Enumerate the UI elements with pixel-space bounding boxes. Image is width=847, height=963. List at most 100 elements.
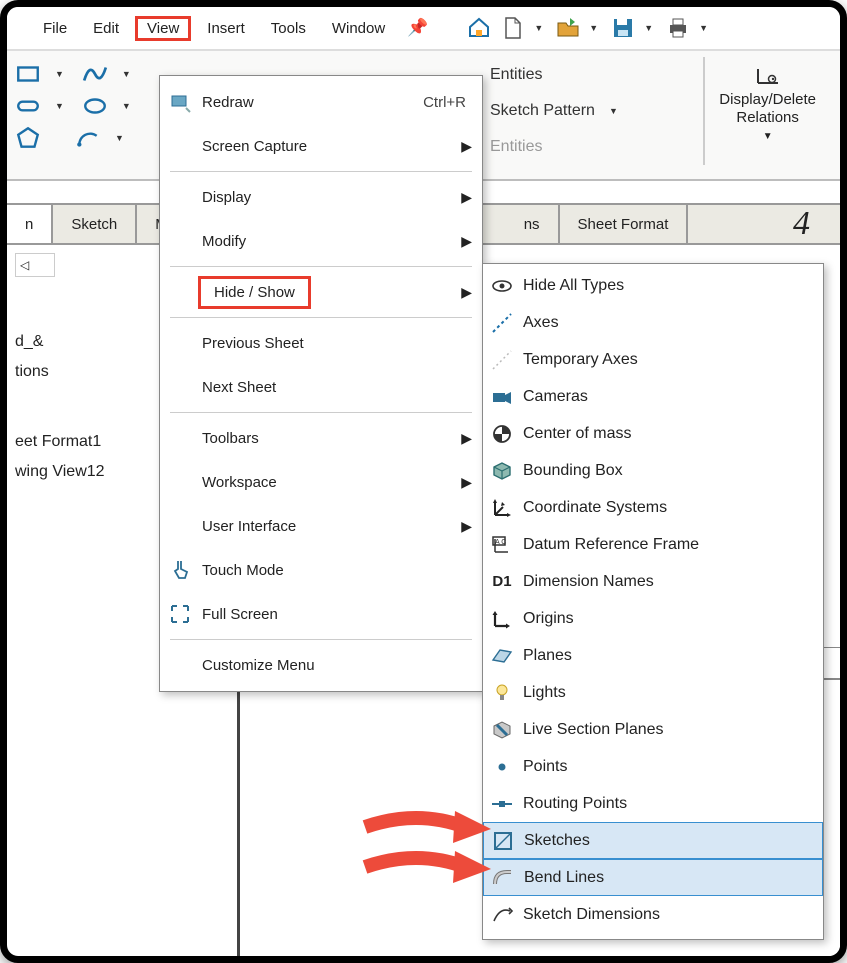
submenu-origins[interactable]: Origins bbox=[483, 600, 823, 637]
menu-workspace[interactable]: Workspace▶ bbox=[160, 460, 482, 504]
arc-icon[interactable] bbox=[75, 125, 101, 151]
submenu-live-section-planes[interactable]: Live Section Planes bbox=[483, 711, 823, 748]
menu-screen-capture[interactable]: Screen Capture ▶ bbox=[160, 124, 482, 168]
submenu-coordinate-systems[interactable]: Coordinate Systems bbox=[483, 489, 823, 526]
menu-toolbars[interactable]: Toolbars▶ bbox=[160, 416, 482, 460]
submenu-planes[interactable]: Planes bbox=[483, 637, 823, 674]
new-doc-icon[interactable] bbox=[498, 13, 528, 43]
live-section-label: Live Section Planes bbox=[523, 721, 813, 739]
rectangle-icon[interactable] bbox=[15, 61, 41, 87]
submenu-lights[interactable]: Lights bbox=[483, 674, 823, 711]
ellipse-icon[interactable] bbox=[82, 93, 108, 119]
hide-show-label: Hide / Show bbox=[214, 284, 295, 301]
submenu-bend-lines[interactable]: Bend Lines bbox=[483, 859, 823, 896]
axes-icon bbox=[487, 310, 517, 336]
planes-label: Planes bbox=[523, 647, 813, 665]
slot-icon[interactable] bbox=[15, 93, 41, 119]
entities-label[interactable]: Entities bbox=[490, 57, 703, 93]
display-delete-relations-button[interactable]: Display/Delete Relations ▼ bbox=[703, 57, 830, 165]
open-icon[interactable] bbox=[553, 13, 583, 43]
tab-sketch[interactable]: Sketch bbox=[53, 205, 137, 243]
menu-view[interactable]: View bbox=[135, 16, 191, 41]
previous-sheet-label: Previous Sheet bbox=[202, 335, 472, 352]
screen-capture-label: Screen Capture bbox=[202, 138, 461, 155]
menu-edit[interactable]: Edit bbox=[83, 16, 129, 41]
menu-customize[interactable]: Customize Menu bbox=[160, 643, 482, 687]
open-dropdown[interactable]: ▼ bbox=[589, 23, 598, 33]
sketch-pattern-button[interactable]: Sketch Pattern ▼ bbox=[490, 93, 703, 129]
arc-dd[interactable]: ▼ bbox=[115, 133, 124, 143]
panel-toggle[interactable]: ◁ bbox=[15, 253, 55, 277]
origins-icon bbox=[487, 606, 517, 632]
menu-modify[interactable]: Modify▶ bbox=[160, 219, 482, 263]
view-dropdown-menu: Redraw Ctrl+R Screen Capture ▶ Display▶ … bbox=[159, 75, 483, 692]
submenu-bounding-box[interactable]: Bounding Box bbox=[483, 452, 823, 489]
redraw-label: Redraw bbox=[202, 94, 423, 111]
polygon-icon[interactable] bbox=[15, 125, 41, 151]
camera-icon bbox=[487, 384, 517, 410]
ribbon-sketch-tools: ▼ ▼ ▼ ▼ ▼ bbox=[7, 51, 159, 179]
menu-touch-mode[interactable]: Touch Mode bbox=[160, 548, 482, 592]
tree-item-tions[interactable]: tions bbox=[15, 357, 151, 387]
print-dropdown[interactable]: ▼ bbox=[699, 23, 708, 33]
save-icon[interactable] bbox=[608, 13, 638, 43]
tab-partial-n[interactable]: n bbox=[7, 205, 53, 243]
print-icon[interactable] bbox=[663, 13, 693, 43]
submenu-cameras[interactable]: Cameras bbox=[483, 378, 823, 415]
menu-file[interactable]: File bbox=[33, 16, 77, 41]
relations-text: Relations bbox=[719, 109, 816, 127]
submenu-points[interactable]: Points bbox=[483, 748, 823, 785]
submenu-routing-points[interactable]: Routing Points bbox=[483, 785, 823, 822]
origins-label: Origins bbox=[523, 610, 813, 628]
spline-icon[interactable] bbox=[82, 61, 108, 87]
routing-label: Routing Points bbox=[523, 795, 813, 813]
coordinate-system-icon bbox=[487, 495, 517, 521]
menu-display[interactable]: Display▶ bbox=[160, 175, 482, 219]
submenu-sketch-dimensions[interactable]: Sketch Dimensions bbox=[483, 896, 823, 933]
menu-previous-sheet[interactable]: Previous Sheet bbox=[160, 321, 482, 365]
next-sheet-label: Next Sheet bbox=[202, 379, 472, 396]
full-screen-icon bbox=[164, 598, 196, 630]
user-interface-label: User Interface bbox=[202, 518, 461, 535]
home-icon[interactable] bbox=[464, 13, 494, 43]
eye-icon bbox=[487, 273, 517, 299]
menu-hide-show[interactable]: Hide / Show ▶ bbox=[160, 270, 482, 314]
submenu-hide-all-types[interactable]: Hide All Types bbox=[483, 267, 823, 304]
planes-icon bbox=[487, 643, 517, 669]
tab-partial-ns[interactable]: ns bbox=[506, 205, 560, 243]
submenu-center-of-mass[interactable]: Center of mass bbox=[483, 415, 823, 452]
menu-full-screen[interactable]: Full Screen bbox=[160, 592, 482, 636]
ellipse-dd[interactable]: ▼ bbox=[122, 101, 131, 111]
tab-sheet-format[interactable]: Sheet Format bbox=[560, 205, 689, 243]
pin-icon[interactable]: 📌 bbox=[407, 18, 428, 38]
save-dropdown[interactable]: ▼ bbox=[644, 23, 653, 33]
entities-disabled: Entities bbox=[490, 129, 703, 165]
menu-tools[interactable]: Tools bbox=[261, 16, 316, 41]
menu-next-sheet[interactable]: Next Sheet bbox=[160, 365, 482, 409]
sketch-pattern-label: Sketch Pattern bbox=[490, 102, 595, 120]
menu-insert[interactable]: Insert bbox=[197, 16, 255, 41]
customize-label: Customize Menu bbox=[202, 657, 472, 674]
slot-dd[interactable]: ▼ bbox=[55, 101, 64, 111]
menu-window[interactable]: Window bbox=[322, 16, 395, 41]
submenu-axes[interactable]: Axes bbox=[483, 304, 823, 341]
sketch-dims-label: Sketch Dimensions bbox=[523, 906, 813, 924]
points-icon bbox=[487, 754, 517, 780]
tree-item-drawing-view12[interactable]: wing View12 bbox=[15, 457, 151, 487]
touch-mode-label: Touch Mode bbox=[202, 562, 472, 579]
toolbars-label: Toolbars bbox=[202, 430, 461, 447]
submenu-temporary-axes[interactable]: Temporary Axes bbox=[483, 341, 823, 378]
datum-icon: A C bbox=[487, 532, 517, 558]
submenu-dimension-names[interactable]: D1 Dimension Names bbox=[483, 563, 823, 600]
submenu-sketches[interactable]: Sketches bbox=[483, 822, 823, 859]
spline-dd[interactable]: ▼ bbox=[122, 69, 131, 79]
rect-dd[interactable]: ▼ bbox=[55, 69, 64, 79]
menu-redraw[interactable]: Redraw Ctrl+R bbox=[160, 80, 482, 124]
menu-user-interface[interactable]: User Interface▶ bbox=[160, 504, 482, 548]
bend-lines-label: Bend Lines bbox=[524, 869, 812, 887]
new-doc-dropdown[interactable]: ▼ bbox=[534, 23, 543, 33]
temp-axes-label: Temporary Axes bbox=[523, 351, 813, 369]
tree-item-d-amp[interactable]: d_& bbox=[15, 327, 151, 357]
tree-item-sheet-format1[interactable]: eet Format1 bbox=[15, 427, 151, 457]
submenu-datum-reference-frame[interactable]: A C Datum Reference Frame bbox=[483, 526, 823, 563]
